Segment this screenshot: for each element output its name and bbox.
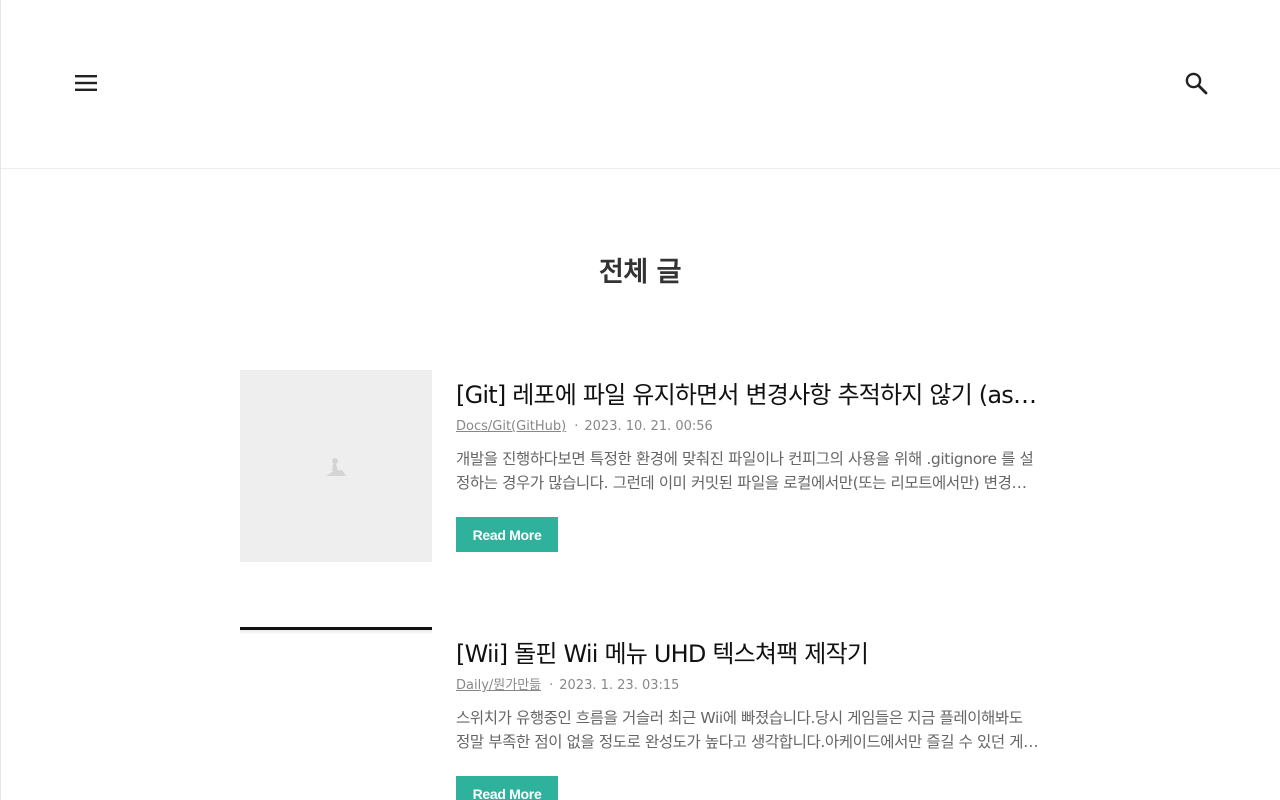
post-title-link[interactable]: [Wii] 돌핀 Wii 메뉴 UHD 텍스쳐팩 제작기 [456, 637, 1040, 671]
site-header [1, 0, 1280, 169]
post-thumbnail[interactable] [240, 370, 432, 562]
search-icon [1185, 72, 1208, 95]
post-content: [Wii] 돌핀 Wii 메뉴 UHD 텍스쳐팩 제작기 Daily/뭔가만듦 ·… [456, 637, 1040, 800]
image-placeholder-icon [326, 458, 346, 476]
read-more-button[interactable]: Read More [456, 517, 558, 552]
thumbnail-top-shadow [240, 630, 432, 634]
post-content: [Git] 레포에 파일 유지하면서 변경사항 추적하지 않기 (assume-… [456, 378, 1040, 552]
post-meta: Daily/뭔가만듦 · 2023. 1. 23. 03:15 [456, 677, 1040, 695]
meta-separator: · [574, 419, 579, 434]
hamburger-menu-icon [75, 75, 97, 91]
post-thumbnail[interactable] [240, 627, 432, 800]
post-excerpt: 스위치가 유행중인 흐름을 거슬러 최근 Wii에 빠졌습니다.당시 게임들은 … [456, 709, 1038, 751]
search-button[interactable] [1181, 68, 1211, 98]
post-date: 2023. 10. 21. 00:56 [584, 419, 713, 434]
post-category-link[interactable]: Docs/Git(GitHub) [456, 419, 566, 434]
post-meta: Docs/Git(GitHub) · 2023. 10. 21. 00:56 [456, 418, 1040, 436]
read-more-button[interactable]: Read More [456, 776, 558, 800]
post-title-link[interactable]: [Git] 레포에 파일 유지하면서 변경사항 추적하지 않기 (assume-… [456, 378, 1040, 412]
post-excerpt: 개발을 진행하다보면 특정한 환경에 맞춰진 파일이나 컨피그의 사용을 위해 … [456, 450, 1040, 492]
menu-button[interactable] [73, 70, 99, 96]
post-date: 2023. 1. 23. 03:15 [559, 678, 680, 693]
post-category-link[interactable]: Daily/뭔가만듦 [456, 678, 541, 693]
page-title: 전체 글 [599, 257, 681, 288]
meta-separator: · [549, 678, 554, 693]
